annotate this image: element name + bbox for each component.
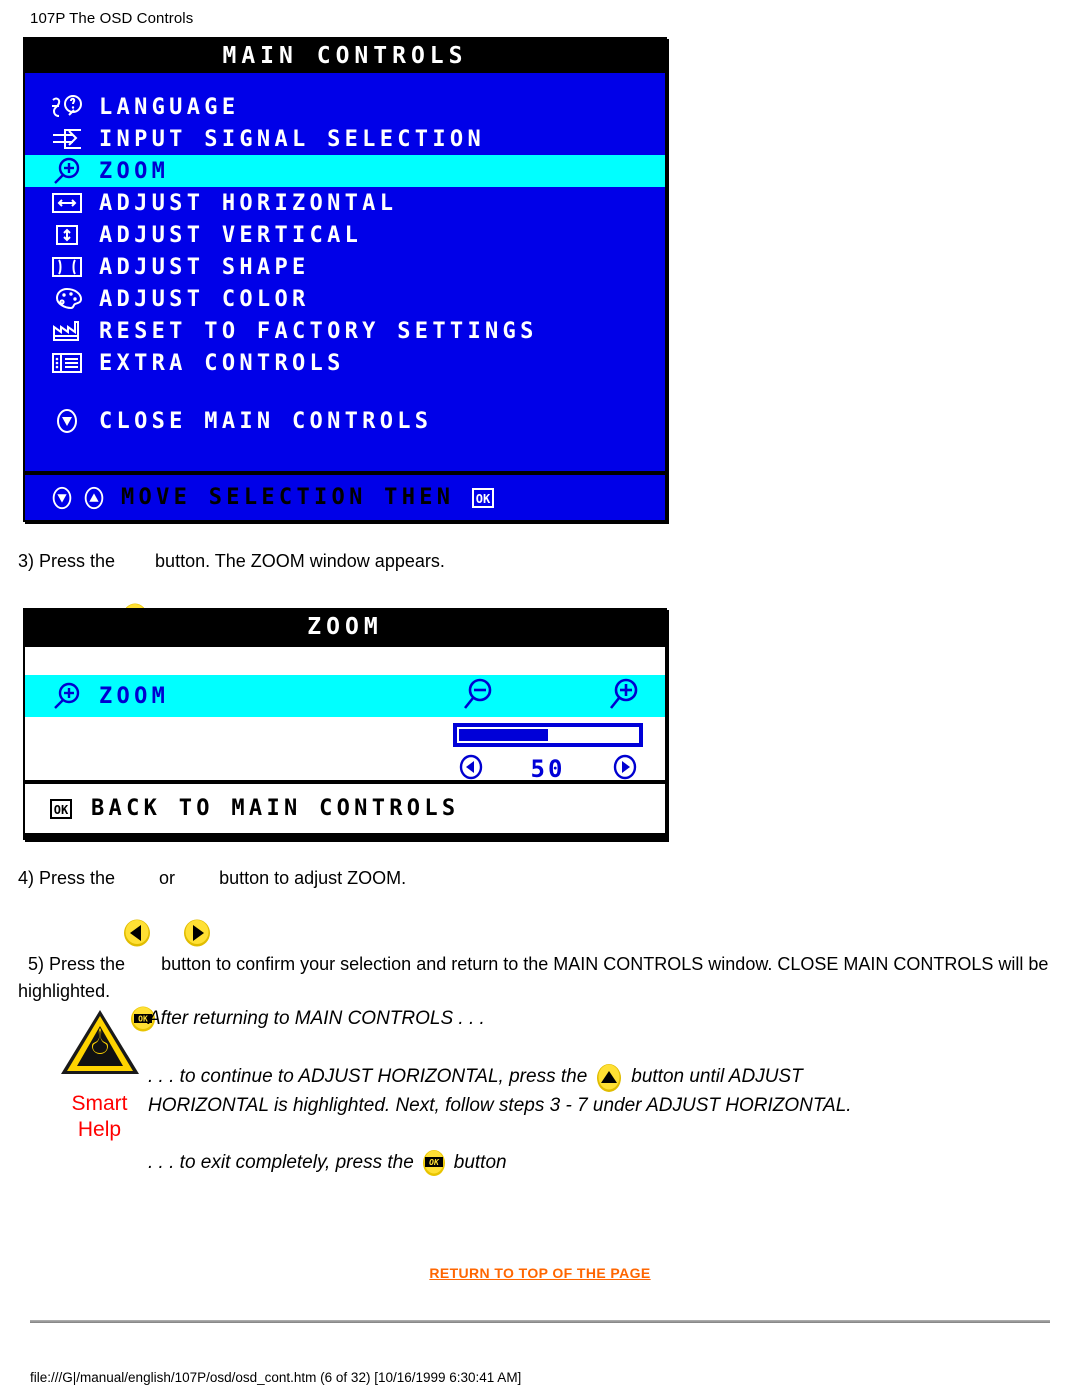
up-arrow-icon [77, 484, 111, 512]
zoom-slider-fill [459, 729, 548, 741]
ok-button-icon[interactable]: OK [120, 549, 150, 628]
zoom-window-footer[interactable]: OK BACK TO MAIN CONTROLS [25, 784, 665, 833]
list-icon [47, 349, 87, 377]
zoom-window-body: ZOOM 50 [25, 644, 665, 784]
svg-text:OK: OK [476, 492, 491, 506]
step3-text-before: 3) Press the [18, 551, 116, 571]
menu-item-adjust-horizontal[interactable]: ADJUST HORIZONTAL [25, 187, 665, 219]
instruction-step-4: 4) Press the or button to adjust ZOOM. [18, 864, 407, 947]
menu-item-label: ADJUST COLOR [99, 286, 310, 312]
menu-item-label: LANGUAGE [99, 94, 240, 120]
zoom-slider-track[interactable] [453, 723, 643, 747]
help-line4-text-b: button [453, 1152, 507, 1174]
menu-item-extra-controls[interactable]: EXTRA CONTROLS [25, 347, 665, 379]
menu-item-close-main-controls[interactable]: CLOSE MAIN CONTROLS [25, 405, 665, 437]
right-arrow-button-icon[interactable] [181, 864, 213, 947]
zoom-window-title: ZOOM [25, 610, 665, 644]
smart-help-block[interactable]: Smart Help [52, 1006, 147, 1143]
menu-spacer [25, 379, 665, 405]
zoom-value: 50 [530, 755, 566, 783]
svg-text:OK: OK [54, 803, 69, 817]
menu-item-adjust-shape[interactable]: ADJUST SHAPE [25, 251, 665, 283]
menu-item-label: EXTRA CONTROLS [99, 350, 345, 376]
return-to-top-container: RETURN TO TOP OF THE PAGE [0, 1265, 1080, 1281]
zoom-magnifier-icon [47, 682, 87, 710]
svg-text:OK: OK [429, 1158, 440, 1167]
menu-item-adjust-color[interactable]: ADJUST COLOR [25, 283, 665, 315]
step5-text-a: 5) Press the [28, 954, 126, 974]
menu-item-label: CLOSE MAIN CONTROLS [99, 408, 433, 434]
zoom-slider-controls: 50 [453, 753, 643, 785]
menu-item-label: INPUT SIGNAL SELECTION [99, 126, 485, 152]
zoom-setting-row[interactable]: ZOOM [25, 675, 665, 717]
main-controls-footer: MOVE SELECTION THEN OK [25, 471, 665, 520]
smart-help-line-4: . . . to exit completely, press the OK b… [148, 1150, 507, 1176]
instruction-step-3: 3) Press the OK button. The ZOOM window … [18, 548, 445, 628]
main-controls-footer-label: MOVE SELECTION THEN [121, 485, 455, 510]
step4-text-a: 4) Press the [18, 867, 116, 888]
zoom-footer-label: BACK TO MAIN CONTROLS [91, 796, 460, 821]
up-arrow-button-icon[interactable] [593, 1063, 625, 1092]
menu-item-zoom[interactable]: ZOOM [25, 155, 665, 187]
menu-item-adjust-vertical[interactable]: ADJUST VERTICAL [25, 219, 665, 251]
step5-text-b: button to confirm your selection and ret… [18, 954, 1054, 1002]
menu-item-label: ADJUST SHAPE [99, 254, 310, 280]
menu-item-language[interactable]: LANGUAGE [25, 91, 665, 123]
menu-item-label: ADJUST VERTICAL [99, 222, 363, 248]
smart-help-line-3: HORIZONTAL is highlighted. Next, follow … [148, 1095, 852, 1116]
color-palette-icon [47, 285, 87, 313]
zoom-in-icon[interactable] [605, 678, 643, 716]
right-arrow-icon[interactable] [611, 753, 639, 785]
horizontal-arrows-icon [47, 189, 87, 217]
zoom-slider[interactable]: 50 [453, 723, 643, 785]
ok-icon: OK [43, 795, 79, 823]
page-title: 107P The OSD Controls [30, 10, 194, 27]
smart-help-label-line2: Help [77, 1118, 122, 1141]
warning-triangle-icon [57, 1010, 143, 1082]
main-controls-menu-list: LANGUAGE INPUT SIGNAL SELECTION ZOOM ADJ… [25, 73, 665, 471]
left-arrow-button-icon[interactable] [121, 864, 153, 947]
help-line4-text-a: . . . to exit completely, press the [148, 1152, 414, 1174]
down-arrow-icon [47, 407, 87, 435]
down-arrow-icon [47, 484, 77, 512]
step4-text-c: button to adjust ZOOM. [219, 867, 407, 888]
main-controls-osd-window: MAIN CONTROLS LANGUAGE INPUT SIGNAL SELE… [23, 37, 667, 522]
zoom-row-label: ZOOM [99, 683, 170, 709]
zoom-out-icon[interactable] [459, 678, 497, 716]
help-line2-text-b: button until ADJUST [631, 1066, 803, 1088]
language-icon [47, 93, 87, 121]
return-to-top-link[interactable]: RETURN TO TOP OF THE PAGE [429, 1265, 650, 1281]
left-arrow-icon[interactable] [457, 753, 485, 785]
menu-item-label: RESET TO FACTORY SETTINGS [99, 318, 538, 344]
step3-text-after: button. The ZOOM window appears. [155, 551, 445, 571]
instruction-step-5: 5) Press the OK button to confirm your s… [18, 924, 1068, 1032]
horizontal-divider [30, 1320, 1050, 1323]
input-signal-icon [47, 125, 87, 153]
step4-text-b: or [159, 867, 176, 888]
ok-icon: OK [466, 484, 500, 512]
shape-icon [47, 253, 87, 281]
file-path-status: file:///G|/manual/english/107P/osd/osd_c… [30, 1370, 522, 1385]
factory-icon [47, 317, 87, 345]
menu-item-label: ZOOM [99, 158, 170, 184]
menu-item-input-signal-selection[interactable]: INPUT SIGNAL SELECTION [25, 123, 665, 155]
smart-help-line-1: After returning to MAIN CONTROLS . . . [148, 1008, 485, 1029]
menu-item-reset-to-factory-settings[interactable]: RESET TO FACTORY SETTINGS [25, 315, 665, 347]
menu-item-label: ADJUST HORIZONTAL [99, 190, 398, 216]
zoom-magnifier-icon [47, 157, 87, 185]
ok-button-icon[interactable]: OK [128, 952, 158, 1032]
vertical-arrows-icon [47, 221, 87, 249]
smart-help-label-line1: Smart [71, 1092, 128, 1115]
ok-button-icon[interactable]: OK [419, 1150, 449, 1176]
help-line2-text-a: . . . to continue to ADJUST HORIZONTAL, … [148, 1066, 588, 1088]
main-controls-title: MAIN CONTROLS [25, 39, 665, 73]
smart-help-line-2: . . . to continue to ADJUST HORIZONTAL, … [148, 1063, 803, 1092]
zoom-osd-window: ZOOM ZOOM 50 OK BACK TO MAIN CONTROLS [23, 608, 667, 840]
